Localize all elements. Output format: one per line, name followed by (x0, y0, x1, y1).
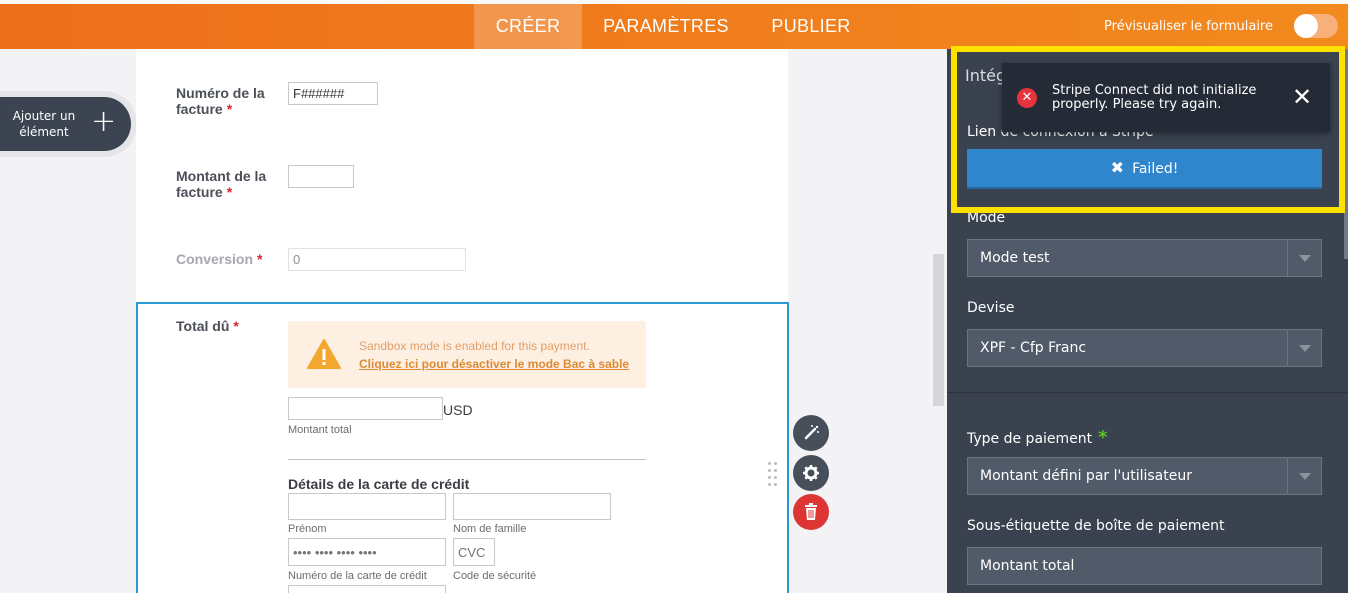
next-input-partial[interactable] (288, 585, 446, 593)
payment-type-label: Type de paiement * (967, 427, 1108, 448)
chevron-down-icon (1287, 330, 1321, 366)
cvc-label: Code de sécurité (453, 570, 537, 582)
add-element-button[interactable]: Ajouter un élément + (0, 97, 131, 151)
mode-select[interactable]: Mode test (967, 239, 1322, 277)
panel-divider (947, 392, 1348, 393)
conversion-text: Conversion (176, 251, 254, 267)
first-name-label: Prénom (288, 523, 327, 535)
invoice-amount-text: Montant de la facture (176, 168, 267, 200)
credit-card-title: Détails de la carte de crédit (288, 476, 470, 492)
add-element-label: Ajouter un élément (12, 109, 76, 139)
top-bar: CRÉER PARAMÈTRES PUBLIER Prévisualiser l… (0, 0, 1348, 49)
required-marker: * (226, 101, 233, 117)
preview-toggle[interactable] (1294, 14, 1338, 38)
last-name-label: Nom de famille (453, 523, 527, 535)
magic-wand-glyph (804, 425, 819, 440)
sandbox-notice-text: Sandbox mode is enabled for this payment… (359, 339, 590, 353)
chevron-down-icon (1287, 240, 1321, 276)
toggle-knob (1294, 14, 1318, 38)
invoice-amount-input[interactable] (288, 165, 354, 188)
first-name-input[interactable] (288, 493, 446, 520)
trash-icon[interactable] (793, 494, 829, 530)
invoice-number-text: Numéro de la facture (176, 85, 265, 117)
trash-glyph (805, 503, 817, 520)
sandbox-notice: Sandbox mode is enabled for this payment… (288, 321, 646, 388)
last-name-input[interactable] (453, 493, 611, 520)
error-toast: ✕ Stripe Connect did not initialize prop… (1002, 63, 1330, 132)
required-marker: * (233, 318, 239, 334)
plus-icon: + (91, 104, 117, 139)
payment-type-value: Montant défini par l'utilisateur (980, 468, 1192, 484)
mode-value: Mode test (980, 250, 1050, 266)
card-number-label: Numéro de la carte de crédit (288, 570, 427, 582)
scrollbar[interactable] (933, 254, 944, 406)
tab-creer[interactable]: CRÉER (474, 4, 582, 49)
tab-publier[interactable]: PUBLIER (750, 4, 872, 49)
error-icon: ✕ (1017, 88, 1037, 108)
required-star-icon: * (1098, 427, 1108, 448)
total-due-label: Total dû * (176, 318, 276, 334)
required-marker: * (226, 184, 233, 200)
disable-sandbox-link[interactable]: Cliquez ici pour désactiver le mode Bac … (359, 357, 629, 371)
chevron-down-icon (1287, 458, 1321, 494)
toast-message: Stripe Connect did not initialize proper… (1052, 83, 1257, 112)
form-canvas: Numéro de la facture* Montant de la fact… (136, 49, 789, 593)
currency-label: Devise (967, 300, 1015, 316)
card-number-input[interactable] (288, 538, 446, 566)
invoice-number-input[interactable] (288, 82, 378, 105)
tab-parametres[interactable]: PARAMÈTRES (582, 4, 750, 49)
invoice-number-label: Numéro de la facture * (176, 85, 276, 117)
invoice-amount-label: Montant de la facture * (176, 168, 276, 200)
payment-type-text: Type de paiement (967, 431, 1093, 447)
currency-value: XPF - Cfp Franc (980, 340, 1087, 356)
cvc-input[interactable] (453, 538, 495, 566)
conversion-input[interactable] (288, 248, 466, 271)
magic-wand-icon[interactable] (793, 415, 829, 451)
gear-glyph (803, 465, 819, 481)
currency-label: USD (443, 402, 473, 418)
currency-select[interactable]: XPF - Cfp Franc (967, 329, 1322, 367)
divider (288, 459, 646, 460)
conversion-label: Conversion * (176, 251, 286, 267)
amount-sublabel: Montant total (288, 424, 352, 436)
total-due-text: Total dû (176, 318, 230, 334)
payment-type-select[interactable]: Montant défini par l'utilisateur (967, 457, 1322, 495)
warning-icon (307, 339, 341, 369)
drag-handle[interactable] (766, 460, 780, 488)
required-marker: * (257, 251, 263, 267)
payment-sublabel-label: Sous-étiquette de boîte de paiement (967, 518, 1225, 534)
close-icon[interactable]: ✕ (1292, 84, 1312, 110)
preview-label: Prévisualiser le formulaire (1104, 19, 1273, 34)
payment-sublabel-input[interactable]: Montant total (967, 547, 1322, 585)
gear-icon[interactable] (793, 455, 829, 491)
payment-sublabel-value: Montant total (980, 558, 1075, 574)
total-amount-input[interactable] (288, 397, 443, 420)
